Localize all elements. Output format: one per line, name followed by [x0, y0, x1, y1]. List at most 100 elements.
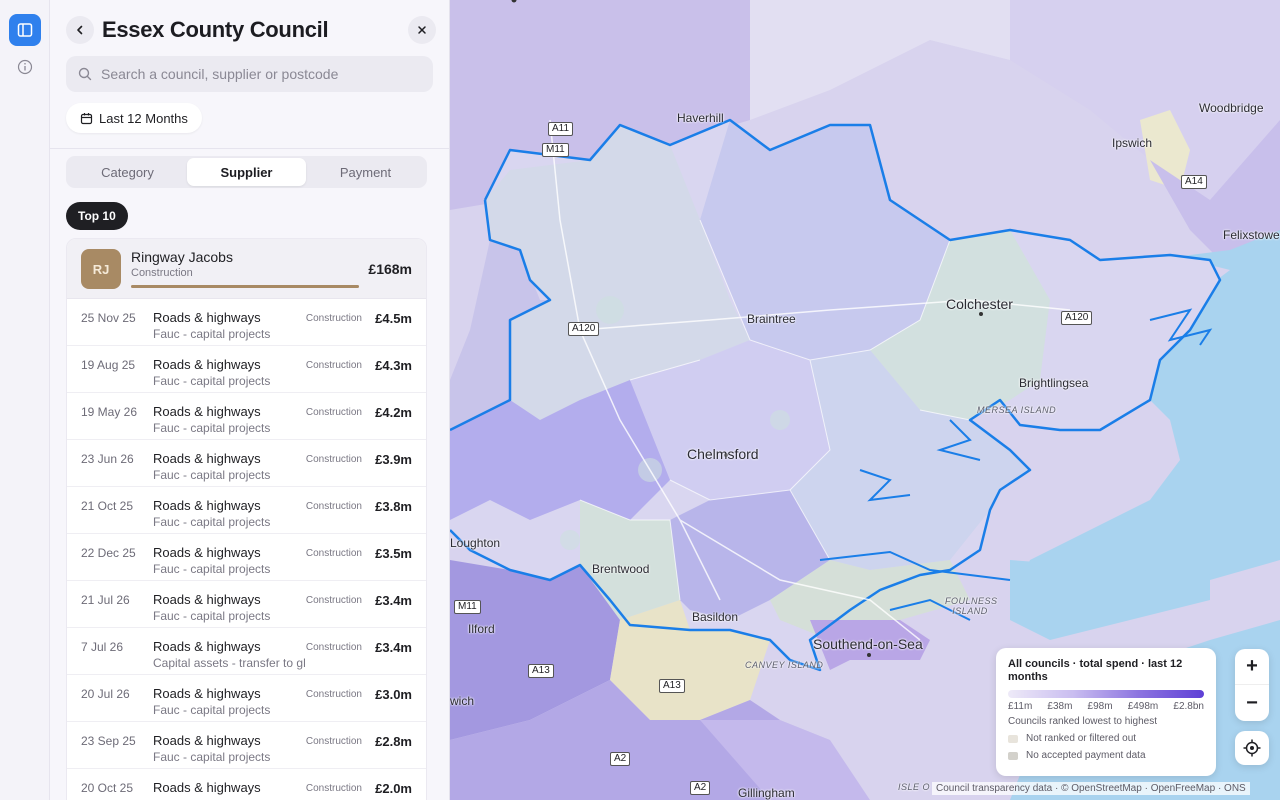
panel-header: Essex County Council: [66, 14, 436, 46]
place-label-felixstowe: Felixstowe: [1223, 228, 1280, 242]
close-button[interactable]: [408, 16, 436, 44]
road-shield-m11-south: M11: [454, 600, 481, 614]
calendar-icon: [80, 112, 93, 124]
road-shield-a2-west: A2: [610, 752, 631, 766]
road-shield-a14: A14: [1181, 175, 1207, 189]
view-tabs: Category Supplier Payment: [66, 156, 427, 188]
place-label-ipswich: Ipswich: [1112, 136, 1153, 150]
payment-row[interactable]: 19 Aug 25 Roads & highways Fauc - capital …: [67, 346, 426, 393]
place-label-brentwood: Brentwood: [592, 562, 650, 576]
map-attribution: Council transparency data · © OpenStreet…: [932, 782, 1250, 795]
legend-tick: £11m: [1008, 701, 1033, 712]
date-filter-button[interactable]: Last 12 Months: [66, 103, 202, 133]
back-button[interactable]: [66, 16, 94, 44]
payment-category: Roads & highways: [153, 451, 261, 466]
payment-tag: Construction: [305, 360, 362, 371]
payment-description: Fauc - capital projects: [153, 374, 271, 388]
place-label-chelmsford: Chelmsford: [687, 446, 759, 462]
place-label-isle: ISLE O: [898, 782, 931, 792]
road-shield-a2: A2: [690, 781, 711, 795]
tab-payment[interactable]: Payment: [306, 158, 425, 186]
legend-ticks: £11m £38m £98m £498m £2.8bn: [1008, 701, 1204, 712]
chevron-left-icon: [77, 25, 83, 35]
zoom-in-button[interactable]: +: [1235, 649, 1269, 685]
place-label-haverhill: Haverhill: [677, 111, 724, 125]
page-title: Essex County Council: [102, 17, 329, 42]
payment-date: 22 Dec 25: [81, 546, 136, 560]
supplier-share-bar: [131, 285, 359, 288]
payment-tag: Construction: [305, 548, 362, 559]
supplier-share-fill: [131, 285, 359, 288]
payment-row[interactable]: 25 Nov 25 Roads & highways Fauc - capital …: [67, 299, 426, 346]
payment-row[interactable]: 7 Jul 26 Roads & highways Capital assets -…: [67, 628, 426, 675]
place-label-basildon: Basildon: [692, 610, 739, 624]
top-10-filter[interactable]: Top 10: [66, 202, 128, 230]
payment-row[interactable]: 20 Oct 25 Roads & highways Construction £2.…: [67, 769, 426, 800]
payment-amount: £3.0m: [375, 687, 412, 702]
payment-description: Fauc - capital projects: [153, 750, 271, 764]
road-shield-a13-west: A13: [528, 664, 554, 678]
supplier-avatar: RJ: [81, 249, 121, 289]
crosshair-icon: [1243, 739, 1261, 757]
payment-amount: £3.5m: [375, 546, 412, 561]
payment-category: Roads & highways: [153, 545, 261, 560]
payment-tag: Construction: [305, 407, 362, 418]
sidebar-toggle-button[interactable]: [9, 14, 41, 46]
payment-row[interactable]: 20 Jul 26 Roads & highways Fauc - capital …: [67, 675, 426, 722]
payment-row[interactable]: 22 Dec 25 Roads & highways Fauc - capital …: [67, 534, 426, 581]
payment-description: Capital assets - transfer to gl: [153, 656, 306, 670]
supplier-amount: £168m: [368, 261, 412, 277]
payment-row[interactable]: 23 Sep 25 Roads & highways Fauc - capital …: [67, 722, 426, 769]
supplier-header[interactable]: RJ Ringway Jacobs Construction £168m: [67, 239, 426, 299]
info-icon: [17, 59, 33, 75]
payment-list: 25 Nov 25 Roads & highways Fauc - capital …: [67, 299, 426, 800]
payment-category: Roads & highways: [153, 686, 261, 701]
close-icon: [418, 26, 426, 34]
divider: [50, 148, 449, 149]
side-rail: [0, 0, 50, 800]
payment-amount: £3.4m: [375, 640, 412, 655]
payment-amount: £3.9m: [375, 452, 412, 467]
info-button[interactable]: [15, 57, 35, 77]
legend-not-ranked-label: Not ranked or filtered out: [1026, 733, 1137, 744]
payment-amount: £3.8m: [375, 499, 412, 514]
place-label-gillingham: Gillingham: [738, 786, 795, 800]
place-label-southend: Southend-on-Sea: [813, 636, 923, 652]
road-shield-a11: A11: [548, 122, 574, 136]
tab-supplier[interactable]: Supplier: [187, 158, 306, 186]
supplier-card: RJ Ringway Jacobs Construction £168m 25 …: [66, 238, 427, 800]
place-label-colchester: Colchester: [946, 296, 1013, 312]
payment-amount: £4.2m: [375, 405, 412, 420]
payment-row[interactable]: 21 Jul 26 Roads & highways Fauc - capital …: [67, 581, 426, 628]
legend-tick: £2.8bn: [1173, 701, 1204, 712]
payment-tag: Construction: [305, 783, 362, 794]
payment-row[interactable]: 23 Jun 26 Roads & highways Fauc - capital …: [67, 440, 426, 487]
legend-swatch: [1008, 751, 1018, 760]
legend-no-data: No accepted payment data: [1008, 750, 1204, 761]
payment-category: Roads & highways: [153, 733, 261, 748]
locate-button[interactable]: [1235, 731, 1269, 765]
payment-date: 23 Jun 26: [81, 452, 134, 466]
payment-row[interactable]: 19 May 26 Roads & highways Fauc - capital …: [67, 393, 426, 440]
search-input[interactable]: Search a council, supplier or postcode: [66, 56, 433, 92]
tab-category[interactable]: Category: [68, 158, 187, 186]
zoom-out-button[interactable]: −: [1235, 685, 1269, 721]
legend-tick: £98m: [1087, 701, 1113, 712]
payment-tag: Construction: [305, 642, 362, 653]
place-label-mersea-island: MERSEA ISLAND: [977, 405, 1057, 415]
legend-tick: £498m: [1127, 701, 1159, 712]
payment-row[interactable]: 21 Oct 25 Roads & highways Fauc - capital …: [67, 487, 426, 534]
payment-date: 20 Jul 26: [81, 687, 130, 701]
payment-description: Fauc - capital projects: [153, 468, 271, 482]
payment-amount: £4.5m: [375, 311, 412, 326]
payment-category: Roads & highways: [153, 498, 261, 513]
zoom-controls: + −: [1235, 649, 1269, 721]
payment-category: Roads & highways: [153, 592, 261, 607]
date-filter-label: Last 12 Months: [99, 110, 188, 126]
payment-description: Fauc - capital projects: [153, 327, 271, 341]
payment-date: 19 May 26: [81, 405, 138, 419]
payment-description: Fauc - capital projects: [153, 515, 271, 529]
legend-title: All councils · total spend · last 12 mon…: [1008, 658, 1183, 683]
payment-date: 25 Nov 25: [81, 311, 136, 325]
legend-no-data-label: No accepted payment data: [1026, 750, 1146, 761]
